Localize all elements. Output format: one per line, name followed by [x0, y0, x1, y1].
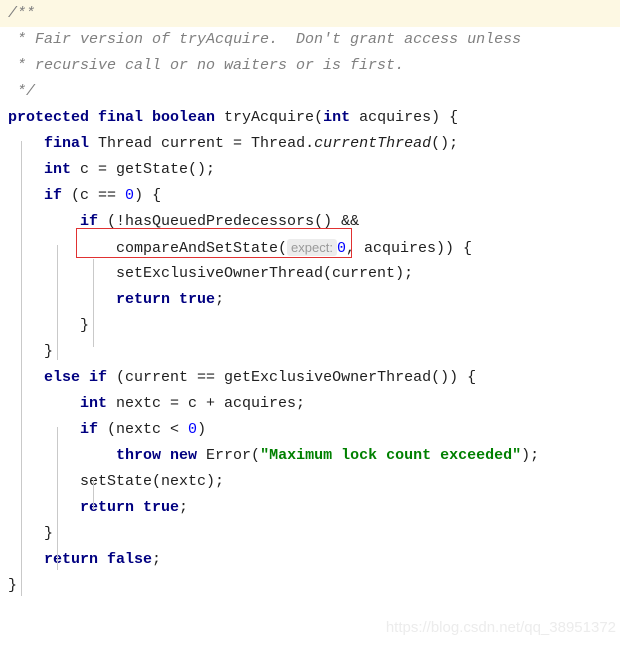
code-token: (!hasQueuedPredecessors() &&	[98, 213, 369, 230]
code-line[interactable]: }	[0, 573, 620, 599]
indent-guide-line	[93, 259, 94, 347]
code-token: int	[80, 395, 108, 412]
code-token: tryAcquire(	[215, 109, 324, 126]
code-token: (c ==	[62, 187, 126, 204]
code-token: * recursive call or no waiters or is fir…	[8, 57, 405, 74]
code-token: ();	[431, 135, 459, 152]
csdn-watermark: https://blog.csdn.net/qq_38951372	[385, 619, 616, 636]
code-token: compareAndSetState(	[8, 240, 288, 257]
code-token: 0	[336, 240, 346, 257]
code-token: ;	[152, 551, 162, 568]
code-token: if	[80, 421, 99, 438]
code-line[interactable]: if (!hasQueuedPredecessors() &&	[0, 209, 620, 235]
code-token: /**	[8, 5, 36, 22]
code-token: return true	[80, 499, 180, 516]
code-line[interactable]: int c = getState();	[0, 157, 620, 183]
code-token: Thread current = Thread.	[89, 135, 315, 152]
code-line[interactable]: else if (current == getExclusiveOwnerThr…	[0, 365, 620, 391]
code-line[interactable]: int nextc = c + acquires;	[0, 391, 620, 417]
code-token: }	[8, 525, 54, 542]
indent-guide-line	[57, 245, 58, 360]
code-token: nextc = c + acquires;	[107, 395, 306, 412]
code-token: (current == getExclusiveOwnerThread()) {	[107, 369, 477, 386]
code-line[interactable]: * recursive call or no waiters or is fir…	[0, 53, 620, 79]
code-line[interactable]: final Thread current = Thread.currentThr…	[0, 131, 620, 157]
code-line[interactable]: if (nextc < 0)	[0, 417, 620, 443]
code-line[interactable]: throw new Error("Maximum lock count exce…	[0, 443, 620, 469]
code-token: )	[197, 421, 207, 438]
code-line[interactable]: if (c == 0) {	[0, 183, 620, 209]
code-token: int	[44, 161, 72, 178]
code-token: 0	[125, 187, 135, 204]
indent-guide-line	[93, 480, 94, 510]
code-token: (nextc <	[98, 421, 189, 438]
code-token: , acquires)) {	[345, 240, 473, 257]
code-token: if	[44, 187, 63, 204]
code-token: throw new	[116, 447, 198, 464]
code-token: c = getState();	[71, 161, 216, 178]
parameter-hint-badge: expect:	[287, 239, 337, 256]
code-token: protected final boolean	[8, 109, 216, 126]
code-token: ;	[179, 499, 189, 516]
code-token: }	[8, 343, 54, 360]
indent-guide-line	[57, 427, 58, 570]
code-line[interactable]: compareAndSetState(expect: 0, acquires)) …	[0, 235, 620, 261]
code-token: setExclusiveOwnerThread(current);	[8, 265, 414, 282]
code-token: * Fair version of tryAcquire. Don't gran…	[8, 31, 522, 48]
code-line[interactable]: */	[0, 79, 620, 105]
code-token: acquires) {	[350, 109, 459, 126]
code-token: 0	[188, 421, 198, 438]
code-token: final	[44, 135, 90, 152]
code-token: */	[8, 83, 36, 100]
code-token: }	[8, 577, 18, 594]
code-token: ) {	[134, 187, 162, 204]
code-editor-screenshot: /** * Fair version of tryAcquire. Don't …	[0, 0, 620, 656]
code-token: if	[80, 213, 99, 230]
code-token: return false	[44, 551, 153, 568]
code-token: "Maximum lock count exceeded"	[260, 447, 522, 464]
code-token: Error(	[197, 447, 261, 464]
code-token: ;	[215, 291, 225, 308]
code-token: currentThread	[314, 135, 432, 152]
code-line[interactable]: return false;	[0, 547, 620, 573]
code-token: int	[323, 109, 351, 126]
code-line[interactable]: }	[0, 521, 620, 547]
code-line[interactable]: protected final boolean tryAcquire(int a…	[0, 105, 620, 131]
code-line[interactable]: * Fair version of tryAcquire. Don't gran…	[0, 27, 620, 53]
code-token: return true	[116, 291, 216, 308]
code-token: );	[521, 447, 540, 464]
code-line[interactable]: /**	[0, 0, 620, 27]
code-token: setState(nextc);	[8, 473, 225, 490]
code-token: else if	[44, 369, 108, 386]
indent-guide-line	[21, 141, 22, 596]
